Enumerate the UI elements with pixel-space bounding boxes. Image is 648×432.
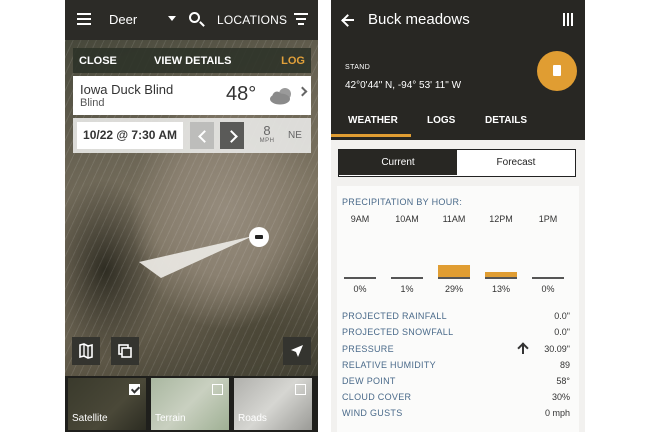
- condition-value: 0.0": [554, 311, 570, 321]
- condition-value: 58°: [556, 376, 570, 386]
- map-type-button[interactable]: [72, 337, 100, 365]
- precip-baseline: [485, 277, 517, 279]
- location-type: Blind: [80, 97, 105, 109]
- condition-row: PRESSURE 30.09": [342, 342, 574, 358]
- condition-label: WIND GUSTS: [342, 408, 403, 418]
- condition-row: PROJECTED RAINFALL 0.0": [342, 309, 574, 325]
- active-tab-indicator: [331, 134, 411, 137]
- layer-roads[interactable]: Roads: [234, 378, 312, 430]
- wind-direction: NE: [288, 130, 302, 141]
- navigation-arrow-icon: [291, 345, 303, 357]
- species-selector[interactable]: Deer: [109, 12, 137, 27]
- precip-baseline: [438, 277, 470, 279]
- search-icon[interactable]: [189, 12, 200, 23]
- hour-label: 10AM: [395, 214, 419, 224]
- tab-logs[interactable]: LOGS: [427, 115, 455, 126]
- chevron-right-icon[interactable]: [297, 86, 308, 97]
- menu-icon[interactable]: [77, 13, 91, 25]
- partly-cloudy-icon: [270, 88, 291, 105]
- chevron-down-icon[interactable]: [168, 16, 176, 21]
- condition-value: 30.09": [544, 344, 570, 354]
- condition-value: 89: [559, 360, 570, 370]
- precip-bar-11am: [438, 265, 470, 277]
- log-entry-button[interactable]: [537, 51, 577, 91]
- hour-label: 1PM: [538, 214, 558, 224]
- condition-label: PROJECTED SNOWFALL: [342, 327, 454, 337]
- layer-checkbox[interactable]: [129, 384, 140, 395]
- tab-details[interactable]: DETAILS: [485, 115, 527, 126]
- temperature: 48°: [226, 83, 257, 105]
- precip-percent: 0%: [353, 284, 367, 294]
- condition-value: 0.0": [554, 327, 570, 337]
- coordinates: 42°0'44" N, -94° 53' 11" W: [345, 80, 462, 91]
- current-forecast-toggle: Current Forecast: [338, 149, 576, 177]
- location-action-bar: CLOSE VIEW DETAILS LOG: [73, 48, 311, 73]
- view-details-button[interactable]: VIEW DETAILS: [154, 55, 231, 67]
- previous-time-button[interactable]: [190, 122, 214, 149]
- forecast-date-bar: 10/22 @ 7:30 AM 8 MPH NE: [73, 118, 311, 153]
- precipitation-title: PRECIPITATION BY HOUR:: [342, 197, 463, 207]
- condition-value: 30%: [551, 392, 570, 402]
- condition-value: 0 mph: [544, 408, 570, 418]
- forecast-button[interactable]: Forecast: [457, 150, 575, 175]
- layers-button[interactable]: [111, 337, 139, 365]
- condition-row: RELATIVE HUMIDITY 89: [342, 358, 574, 374]
- wind-speed: 8 MPH: [259, 123, 275, 144]
- date-time-selector[interactable]: 10/22 @ 7:30 AM: [77, 122, 183, 149]
- condition-label: PROJECTED RAINFALL: [342, 311, 447, 321]
- hour-label: 11AM: [442, 214, 466, 224]
- my-location-button[interactable]: [283, 337, 311, 365]
- log-button[interactable]: LOG: [281, 55, 305, 67]
- map-layer-picker: Satellite Terrain Roads: [65, 376, 318, 432]
- map-icon: [79, 343, 93, 359]
- layer-checkbox[interactable]: [295, 384, 306, 395]
- precip-percent: 29%: [444, 284, 463, 294]
- precip-percent: 0%: [541, 284, 555, 294]
- tab-weather[interactable]: WEATHER: [348, 115, 398, 126]
- current-button[interactable]: Current: [339, 150, 457, 175]
- location-name: Iowa Duck Blind: [80, 82, 174, 97]
- precip-baseline: [344, 277, 376, 279]
- precip-percent: 13%: [491, 284, 510, 294]
- map-screen: Deer LOCATIONS CLOSE VIEW DETAILS LOG Io…: [65, 0, 318, 432]
- condition-row: CLOUD COVER 30%: [342, 390, 574, 406]
- next-time-button[interactable]: [220, 122, 244, 149]
- close-button[interactable]: CLOSE: [79, 55, 117, 67]
- precip-bar-12pm: [485, 272, 517, 277]
- condition-row: DEW POINT 58°: [342, 374, 574, 390]
- condition-label: PRESSURE: [342, 344, 394, 354]
- stand-header: Buck meadows STAND 42°0'44" N, -94° 53' …: [331, 0, 585, 140]
- filter-icon[interactable]: [294, 13, 308, 25]
- condition-label: CLOUD COVER: [342, 392, 412, 402]
- hour-label: 9AM: [350, 214, 370, 224]
- trend-up-icon: [518, 342, 528, 355]
- condition-row: PROJECTED SNOWFALL 0.0": [342, 325, 574, 341]
- precip-percent: 1%: [400, 284, 414, 294]
- condition-label: DEW POINT: [342, 376, 396, 386]
- settings-sliders-icon[interactable]: [562, 13, 575, 26]
- stand-detail-screen: Buck meadows STAND 42°0'44" N, -94° 53' …: [331, 0, 585, 432]
- top-bar: Deer LOCATIONS: [65, 0, 318, 40]
- page-title: Buck meadows: [368, 11, 470, 28]
- hour-label: 12PM: [489, 214, 513, 224]
- layer-label: Roads: [238, 413, 267, 424]
- weather-panel: PRECIPITATION BY HOUR: 9AM 10AM 11AM 12P…: [337, 186, 579, 432]
- locations-button[interactable]: LOCATIONS: [217, 13, 287, 27]
- layers-icon: [118, 344, 132, 358]
- stand-type-label: STAND: [345, 64, 371, 71]
- condition-row: WIND GUSTS 0 mph: [342, 406, 574, 422]
- location-card[interactable]: Iowa Duck Blind Blind 48°: [73, 76, 311, 115]
- precip-baseline: [532, 277, 564, 279]
- layer-label: Terrain: [155, 413, 186, 424]
- condition-label: RELATIVE HUMIDITY: [342, 360, 436, 370]
- layer-checkbox[interactable]: [212, 384, 223, 395]
- layer-satellite[interactable]: Satellite: [68, 378, 146, 430]
- precip-baseline: [391, 277, 423, 279]
- stand-marker-icon[interactable]: [249, 227, 269, 247]
- back-arrow-icon[interactable]: [342, 14, 354, 26]
- layer-terrain[interactable]: Terrain: [151, 378, 229, 430]
- layer-label: Satellite: [72, 413, 108, 424]
